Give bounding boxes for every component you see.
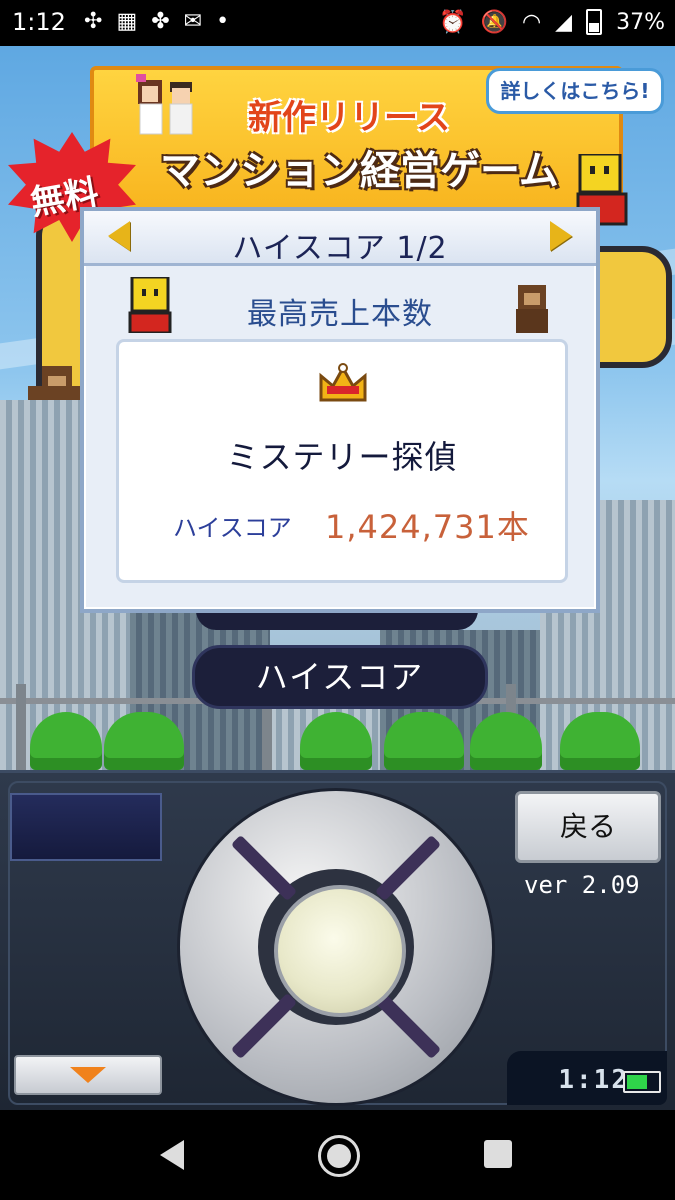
wifi-icon: ◠ (521, 9, 542, 35)
status-bar: 1:12 ✣ ▦ ✤ ✉ • ⏰ 🔕 ◠ ◢ 37% (0, 0, 675, 46)
scroll-down-button[interactable] (14, 1055, 162, 1095)
dialog-subtitle: 最高売上本数 (247, 297, 433, 332)
crown-icon (319, 363, 367, 402)
tree (104, 712, 184, 770)
ad-subheadline: マンション経営ゲーム (160, 148, 559, 194)
battery-icon (586, 9, 603, 35)
score-card: ミステリー探偵 ハイスコア 1,424,731本 (116, 339, 568, 583)
app-grid-icon: ▦ (116, 9, 138, 34)
controller-panel: 戻る ver 2.09 1:12 (0, 770, 675, 1113)
signal-icon: ◢ (555, 9, 573, 35)
highscore-value: 1,424,731本 (325, 508, 530, 546)
tree (384, 712, 464, 770)
tree (560, 712, 640, 770)
back-button[interactable]: 戻る (515, 791, 661, 863)
nav-home-icon[interactable] (318, 1135, 360, 1177)
game-clock: 1:12 (558, 1065, 629, 1095)
fan-icon: ✤ (151, 9, 170, 34)
ad-headline: 新作リリース (248, 98, 451, 138)
next-arrow-icon[interactable] (550, 221, 572, 251)
dpad-separator (374, 992, 442, 1060)
down-arrow-icon (70, 1067, 106, 1083)
couple-characters-icon (136, 74, 193, 135)
confirm-button[interactable] (274, 885, 406, 1017)
mail-icon: ✉ (183, 9, 203, 34)
nav-recents-icon[interactable] (484, 1140, 512, 1168)
highscore-menu-button[interactable]: ハイスコア (192, 645, 488, 709)
mute-icon: 🔕 (480, 9, 508, 35)
game-battery-icon (623, 1071, 661, 1093)
highscore-dialog: ハイスコア 1/2 最高売上本数 ミステリー探偵 ハイスコア 1,424,731… (80, 207, 600, 613)
highscore-label: ハイスコア (173, 514, 292, 542)
nav-back-icon[interactable] (160, 1140, 184, 1170)
pinwheel-icon: ✣ (84, 9, 103, 34)
game-title: ミステリー探偵 (226, 438, 458, 476)
dpad-separator (230, 834, 298, 902)
dot-icon: • (216, 9, 230, 34)
dpad-separator (374, 834, 442, 902)
monkey-icon (28, 366, 86, 400)
fence-post (16, 684, 26, 770)
battery-percent: 37% (616, 9, 665, 35)
dialog-title: ハイスコア 1/2 (232, 231, 448, 266)
navigation-bar (0, 1110, 675, 1200)
version-label: ver 2.09 (524, 871, 640, 899)
ad-details-button[interactable]: 詳しくはこちら! (486, 68, 664, 114)
game-area: 新作リリース マンション経営ゲーム 無料 詳しくはこちら! ハイスコア ハイスコ… (0, 46, 675, 770)
dpad-separator (230, 992, 298, 1060)
alarm-icon: ⏰ (439, 9, 467, 35)
dialog-header: ハイスコア 1/2 (84, 211, 596, 266)
notification-icons: ✣ ▦ ✤ ✉ • (84, 9, 229, 35)
system-icons: ⏰ 🔕 ◠ ◢ 37% (439, 9, 665, 35)
status-window (10, 793, 162, 861)
dpad[interactable] (180, 791, 492, 1103)
status-time: 1:12 (12, 8, 66, 36)
